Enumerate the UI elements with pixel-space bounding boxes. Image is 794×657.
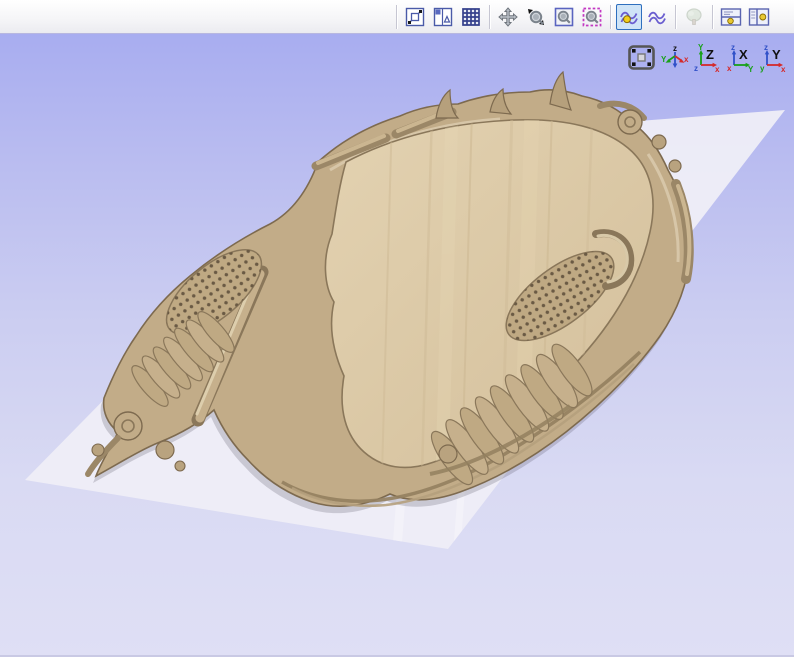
view-orientation-controls: z Y x Y z x Z z x Y X z y x Y (626, 43, 789, 73)
zoom-objects-button[interactable] (402, 4, 428, 30)
magnifier-box-icon (554, 7, 574, 26)
tile-windows-vertical-button[interactable] (746, 4, 772, 30)
svg-text:z: z (764, 43, 768, 52)
main-toolbar (0, 0, 794, 34)
toolbar-separator (489, 4, 490, 29)
zoom-selection-button[interactable] (579, 4, 605, 30)
svg-text:z: z (731, 43, 735, 52)
free-rotate-view-button[interactable]: z Y x (660, 43, 690, 73)
toolbar-separator (396, 4, 397, 29)
front-view-icon: z y x Y (760, 43, 786, 73)
front-view-button[interactable]: z y x Y (759, 43, 789, 73)
zoom-objects-icon (405, 7, 425, 26)
tile-horizontal-icon (720, 7, 742, 26)
svg-text:Z: Z (706, 47, 714, 62)
grid-button[interactable] (458, 4, 484, 30)
3d-scene (25, 70, 785, 549)
axes-3d-icon: z Y x (661, 44, 689, 68)
toolbar-button-strip (392, 0, 773, 33)
pan-arrows-icon (498, 6, 518, 27)
magnifier-dashed-box-icon (582, 7, 602, 26)
toolbar-separator (675, 4, 676, 29)
svg-text:z: z (694, 64, 698, 73)
toolpath-curves-icon (648, 11, 666, 24)
3d-viewport[interactable]: z Y x Y z x Z z x Y X z y x Y (0, 34, 794, 657)
top-view-icon: Y z x Z (694, 43, 720, 73)
svg-text:x: x (781, 65, 786, 73)
svg-text:x: x (715, 65, 720, 73)
iso-view-icon (628, 45, 655, 70)
isometric-view-button[interactable] (626, 43, 657, 73)
draw-toolpaths-button[interactable] (644, 4, 670, 30)
grid-icon (462, 7, 480, 26)
svg-text:z: z (673, 44, 677, 53)
solid-preview-button (681, 4, 707, 30)
tile-vertical-icon (748, 7, 770, 26)
zoom-box-button[interactable] (551, 4, 577, 30)
svg-text:x: x (684, 55, 689, 64)
solid-model-icon (686, 7, 702, 25)
tile-windows-horizontal-button[interactable] (718, 4, 744, 30)
toolbar-separator (712, 4, 713, 29)
pan-view-button[interactable] (495, 4, 521, 30)
split-2d3d-view-button[interactable] (430, 4, 456, 30)
split-2d3d-view-icon (433, 7, 453, 26)
side-view-button[interactable]: z x Y X (726, 43, 756, 73)
toolpath-curves-ball-icon (620, 11, 638, 24)
svg-text:X: X (739, 47, 748, 62)
svg-text:Y: Y (772, 47, 781, 62)
side-view-icon: z x Y X (727, 43, 754, 73)
svg-text:Y: Y (748, 65, 754, 73)
top-view-button[interactable]: Y z x Z (693, 43, 723, 73)
preview-toolpaths-button[interactable] (616, 3, 642, 30)
application-window: { "window": {"width": 794, "height": 657… (0, 0, 794, 657)
svg-text:y: y (760, 64, 765, 73)
toolbar-separator (610, 4, 611, 29)
zoom-interactive-button[interactable] (523, 4, 549, 30)
magnifier-arrows-icon (528, 8, 544, 25)
svg-text:x: x (727, 64, 732, 73)
